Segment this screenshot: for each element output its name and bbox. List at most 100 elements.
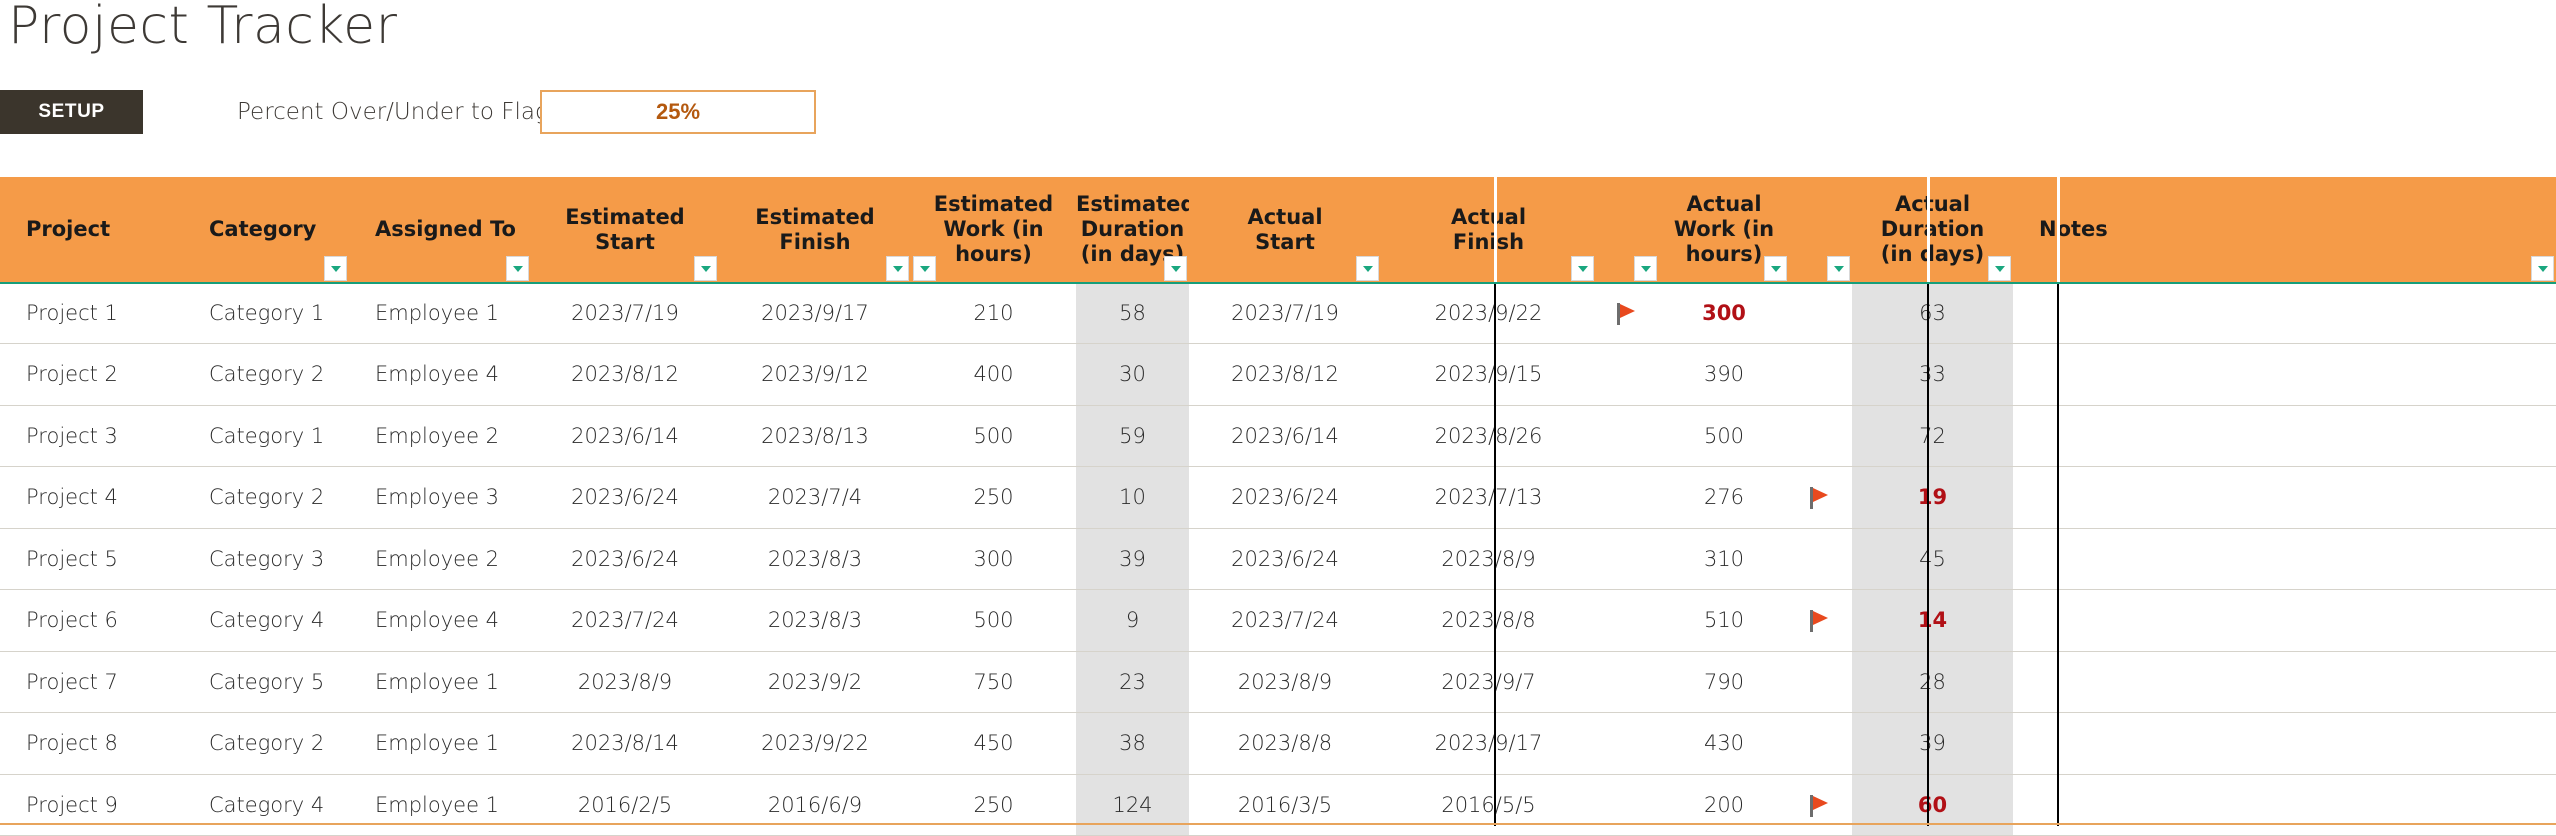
cell-duration-flag[interactable] [1789,774,1852,836]
cell-estimated-finish[interactable]: 2023/8/3 [719,528,911,590]
cell-estimated-finish[interactable]: 2016/6/9 [719,774,911,836]
table-row[interactable]: Project 4 Category 2 Employee 3 2023/6/24 20… [0,466,2556,529]
filter-dropdown-actual-work-icon[interactable] [1764,256,1787,281]
cell-actual-start[interactable]: 2023/6/14 [1189,405,1381,467]
cell-estimated-work[interactable]: 750 [911,651,1076,713]
cell-estimated-finish[interactable]: 2023/8/3 [719,589,911,652]
cell-actual-duration[interactable]: 72 [1852,405,2013,467]
cell-estimated-work[interactable]: 400 [911,343,1076,406]
cell-project[interactable]: Project 2 [0,343,183,406]
cell-actual-work[interactable]: 310 [1659,528,1789,590]
col-header-assigned-to[interactable]: Assigned To [349,177,531,282]
col-header-project[interactable]: Project [0,177,183,282]
cell-actual-finish[interactable]: 2023/8/9 [1381,528,1596,590]
col-header-category[interactable]: Category [183,177,349,282]
filter-dropdown-work-flag-icon[interactable] [1634,256,1657,281]
filter-dropdown-actual-start-icon[interactable] [1356,256,1379,281]
cell-estimated-finish[interactable]: 2023/9/17 [719,282,911,344]
cell-work-flag[interactable] [1596,589,1659,652]
cell-estimated-work[interactable]: 500 [911,405,1076,467]
cell-actual-duration[interactable]: 63 [1852,282,2013,344]
cell-duration-flag[interactable] [1789,343,1852,406]
cell-category[interactable]: Category 2 [183,712,349,775]
filter-dropdown-duration-flag-icon[interactable] [1827,256,1850,281]
cell-estimated-finish[interactable]: 2023/9/2 [719,651,911,713]
cell-actual-start[interactable]: 2023/6/24 [1189,528,1381,590]
cell-work-flag[interactable] [1596,405,1659,467]
cell-actual-work[interactable]: 200 [1659,774,1789,836]
cell-actual-finish[interactable]: 2023/9/7 [1381,651,1596,713]
cell-estimated-duration[interactable]: 58 [1076,282,1189,344]
table-row[interactable]: Project 2 Category 2 Employee 4 2023/8/12 20… [0,343,2556,406]
cell-category[interactable]: Category 1 [183,282,349,344]
cell-actual-work[interactable]: 790 [1659,651,1789,713]
cell-estimated-finish[interactable]: 2023/7/4 [719,466,911,529]
cell-notes[interactable] [2013,528,2556,590]
cell-actual-finish[interactable]: 2023/7/13 [1381,466,1596,529]
cell-actual-work[interactable]: 276 [1659,466,1789,529]
cell-estimated-work[interactable]: 250 [911,466,1076,529]
table-row[interactable]: Project 7 Category 5 Employee 1 2023/8/9 202… [0,651,2556,713]
cell-assigned-to[interactable]: Employee 2 [349,405,531,467]
cell-notes[interactable] [2013,651,2556,713]
cell-duration-flag[interactable] [1789,712,1852,775]
cell-estimated-finish[interactable]: 2023/9/22 [719,712,911,775]
cell-actual-start[interactable]: 2023/8/8 [1189,712,1381,775]
cell-project[interactable]: Project 1 [0,282,183,344]
cell-assigned-to[interactable]: Employee 2 [349,528,531,590]
cell-estimated-work[interactable]: 210 [911,282,1076,344]
cell-assigned-to[interactable]: Employee 4 [349,343,531,406]
filter-dropdown-estimated-start-icon[interactable] [694,256,717,281]
cell-estimated-work[interactable]: 500 [911,589,1076,652]
cell-duration-flag[interactable] [1789,405,1852,467]
cell-work-flag[interactable] [1596,651,1659,713]
cell-category[interactable]: Category 1 [183,405,349,467]
cell-project[interactable]: Project 3 [0,405,183,467]
cell-notes[interactable] [2013,466,2556,529]
cell-actual-finish[interactable]: 2023/9/17 [1381,712,1596,775]
cell-assigned-to[interactable]: Employee 4 [349,589,531,652]
cell-estimated-finish[interactable]: 2023/8/13 [719,405,911,467]
table-row[interactable]: Project 9 Category 4 Employee 1 2016/2/5 201… [0,774,2556,836]
col-header-actual-finish[interactable]: Actual Finish [1381,177,1596,282]
cell-estimated-duration[interactable]: 59 [1076,405,1189,467]
cell-estimated-start[interactable]: 2023/6/24 [531,466,719,529]
cell-assigned-to[interactable]: Employee 3 [349,466,531,529]
cell-estimated-start[interactable]: 2023/8/14 [531,712,719,775]
cell-estimated-work[interactable]: 450 [911,712,1076,775]
col-header-actual-start[interactable]: Actual Start [1189,177,1381,282]
cell-estimated-duration[interactable]: 39 [1076,528,1189,590]
cell-work-flag[interactable] [1596,466,1659,529]
col-header-duration-flag[interactable] [1789,177,1852,282]
cell-notes[interactable] [2013,282,2556,344]
cell-duration-flag[interactable] [1789,589,1852,652]
cell-project[interactable]: Project 4 [0,466,183,529]
col-header-estimated-duration[interactable]: Estimated Duration (in days) [1076,177,1195,282]
cell-actual-start[interactable]: 2023/7/24 [1189,589,1381,652]
cell-work-flag[interactable] [1596,343,1659,406]
cell-actual-finish[interactable]: 2023/8/8 [1381,589,1596,652]
cell-duration-flag[interactable] [1789,651,1852,713]
filter-dropdown-category-icon[interactable] [324,256,347,281]
cell-project[interactable]: Project 7 [0,651,183,713]
cell-category[interactable]: Category 5 [183,651,349,713]
col-header-estimated-work[interactable]: Estimated Work (in hours) [911,177,1076,282]
cell-project[interactable]: Project 8 [0,712,183,775]
filter-dropdown-notes-icon[interactable] [2531,256,2554,281]
cell-actual-start[interactable]: 2023/7/19 [1189,282,1381,344]
cell-duration-flag[interactable] [1789,528,1852,590]
cell-actual-work[interactable]: 500 [1659,405,1789,467]
cell-estimated-duration[interactable]: 30 [1076,343,1189,406]
filter-dropdown-assigned-to-icon[interactable] [506,256,529,281]
cell-project[interactable]: Project 6 [0,589,183,652]
cell-estimated-start[interactable]: 2023/8/9 [531,651,719,713]
cell-category[interactable]: Category 4 [183,774,349,836]
cell-estimated-finish[interactable]: 2023/9/12 [719,343,911,406]
filter-dropdown-actual-duration-icon[interactable] [1988,256,2011,281]
cell-assigned-to[interactable]: Employee 1 [349,282,531,344]
cell-project[interactable]: Project 5 [0,528,183,590]
cell-work-flag[interactable] [1596,774,1659,836]
filter-dropdown-estimated-work-icon[interactable] [913,256,936,281]
cell-actual-finish[interactable]: 2023/8/26 [1381,405,1596,467]
col-header-estimated-start[interactable]: Estimated Start [531,177,719,282]
